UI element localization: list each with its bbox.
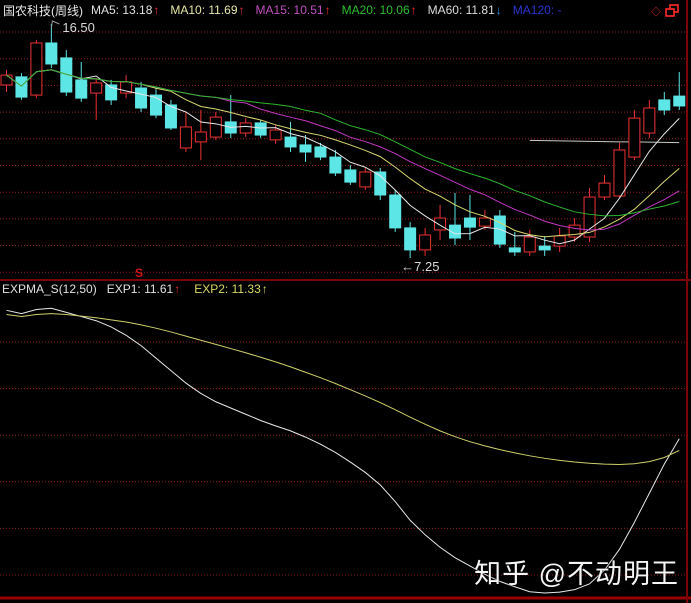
candle-42[interactable] [613,149,626,197]
candle-38[interactable] [553,235,566,247]
candle-15[interactable] [209,116,222,138]
candle-22[interactable] [314,146,327,158]
restore-window-icon[interactable] [664,2,681,19]
ma-indicator-ma120: MA120: - [512,3,562,17]
watermark: 知乎 @不动明王 [474,559,679,589]
exp1-value: 11.61 [144,281,174,296]
candle-23[interactable] [329,156,342,174]
high-price-label: 16.50 [62,20,95,35]
exp1-line [6,307,680,594]
candle-18[interactable] [254,122,267,136]
ma-indicators: MA5: 13.18↑ MA10: 11.69↑ MA15: 10.51↑ MA20:… [91,3,573,17]
signal-marker: S [135,266,143,280]
candle-28[interactable] [404,227,417,251]
ma-indicator-ma60: MA60: 11.81↓ [427,3,502,17]
ma-indicator-ma10: MA10: 11.69↑ [170,3,245,17]
high-flag-line [50,20,60,29]
candle-13[interactable] [179,126,192,149]
expma-header: EXPMA_S(12,50) EXP1: 11.61↑ EXP2: 11.33↑ [0,281,691,296]
candle-46[interactable] [673,95,686,107]
candle-24[interactable] [344,169,357,183]
candle-4[interactable] [45,42,58,65]
candle-32[interactable] [463,217,476,228]
exp2-label: EXP2: [194,281,229,296]
ma-indicator-ma15: MA15: 10.51↑ [255,3,331,17]
up-arrow-icon: ↑ [261,281,268,296]
ma-indicator-ma5: MA5: 13.18↑ [91,3,160,17]
diamond-icon[interactable]: ◇ [651,4,661,17]
candle-3[interactable] [30,42,43,96]
candle-19[interactable] [269,129,282,141]
exp1-label: EXP1: [106,281,141,296]
chart-canvas[interactable]: 16.50 ←7.25 S [0,0,691,603]
candle-43[interactable] [628,117,641,158]
candle-6[interactable] [75,79,88,99]
candle-41[interactable] [598,182,611,198]
candle-20[interactable] [284,136,297,148]
stock-title: 国农科技(周线) [3,3,83,18]
candle-44[interactable] [643,107,656,134]
candle-17[interactable] [239,122,252,134]
candle-35[interactable] [508,247,521,253]
stock-chart-window: 国农科技(周线) MA5: 13.18↑ MA10: 11.69↑ MA15: 10… [0,0,691,603]
ma-indicator-ma20: MA20: 10.06↑ [341,3,417,17]
candle-1[interactable] [0,74,13,86]
candle-14[interactable] [194,131,207,143]
candle-21[interactable] [299,144,312,153]
candle-25[interactable] [359,171,372,188]
candle-10[interactable] [135,87,148,109]
header-icons: ◇ [651,2,681,19]
up-arrow-icon: ↑ [174,281,181,296]
indicator-header: 国农科技(周线) MA5: 13.18↑ MA10: 11.69↑ MA15: 10… [0,0,691,20]
candle-2[interactable] [15,76,28,98]
low-price-label: ←7.25 [401,259,439,274]
expma-indicator-name: EXPMA_S(12,50) [2,281,97,296]
candle-7[interactable] [90,82,103,94]
candle-27[interactable] [389,194,402,229]
exp2-value: 11.33 [231,281,261,296]
candle-33[interactable] [478,217,491,227]
candle-30[interactable] [434,217,447,231]
candle-29[interactable] [419,234,432,251]
candle-34[interactable] [493,215,506,245]
candle-37[interactable] [538,245,551,251]
candle-36[interactable] [523,236,536,253]
candle-45[interactable] [658,99,671,111]
